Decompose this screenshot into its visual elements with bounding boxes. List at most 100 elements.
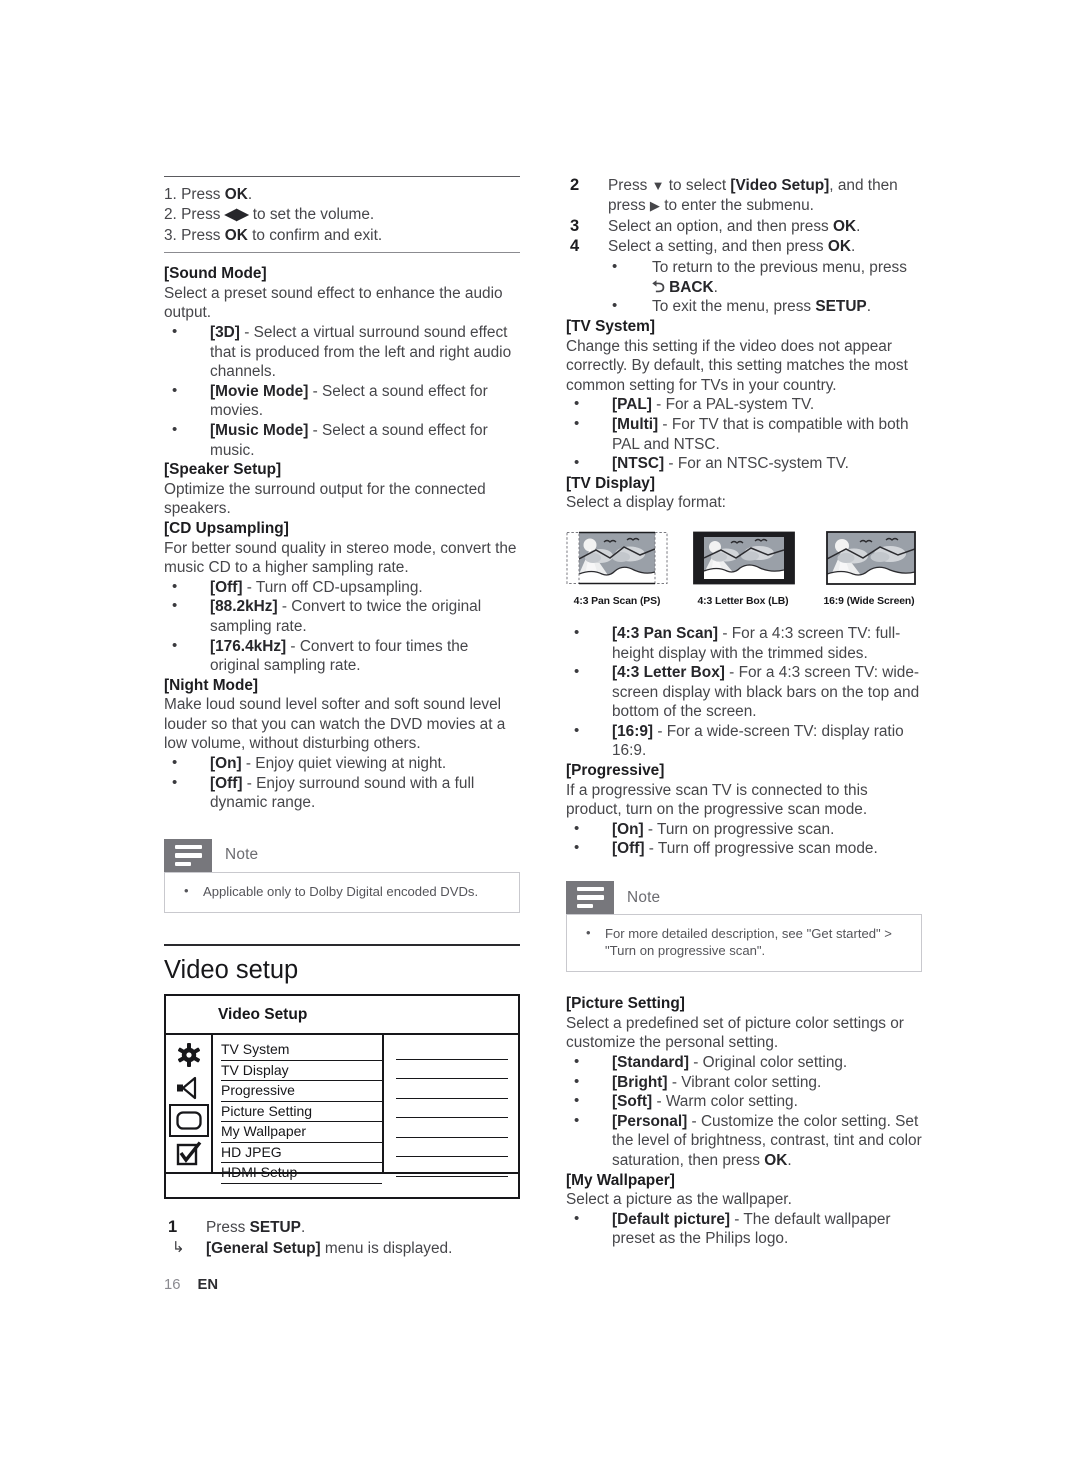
note-box: Note Applicable only to Dolby Digital en… <box>164 838 520 914</box>
figure-caption: 4:3 Letter Box (LB) <box>697 595 789 607</box>
cd-upsampling-heading: [CD Upsampling] <box>164 519 289 537</box>
option-name: [Movie Mode] <box>210 382 309 400</box>
left-column: 1. Press OK. 2. Press ◀▶ to set the volu… <box>164 176 520 1259</box>
option-name: [Standard] <box>612 1054 689 1071</box>
list-item: [NTSC] - For an NTSC-system TV. <box>566 453 922 474</box>
menu-value-slot <box>396 1041 508 1060</box>
option-name: [176.4kHz] <box>210 637 287 655</box>
setup-step: 1 Press SETUP. <box>164 1218 520 1238</box>
checkbox-icon[interactable] <box>169 1137 209 1170</box>
option-name: [Off] <box>612 840 645 858</box>
list-item: [Off] - Turn off progressive scan mode. <box>566 838 922 859</box>
option-name: [3D] <box>210 324 240 341</box>
option-name: [4:3 Pan Scan] <box>612 624 719 642</box>
option-name: [On] <box>210 755 242 773</box>
step-text: Press <box>181 226 225 244</box>
step-text-after: . <box>856 217 861 235</box>
menu-icon-rail <box>166 1035 213 1173</box>
tv-display-figures: 4:3 Pan Scan (PS) 4:3 Letter Box (LB) 16… <box>566 529 922 607</box>
list-item: [Movie Mode] - Select a sound effect for… <box>164 381 520 421</box>
page-language: EN <box>197 1277 219 1293</box>
menu-item-my-wallpaper[interactable]: My Wallpaper <box>221 1123 382 1143</box>
numbered-steps-block: 1. Press OK. 2. Press ◀▶ to set the volu… <box>164 185 520 246</box>
option-desc: - Enjoy surround sound with a full dynam… <box>210 774 475 812</box>
option-desc: - For a PAL-system TV. <box>651 396 815 414</box>
step-text: to select <box>664 177 731 194</box>
step-text-after: . <box>247 186 253 203</box>
option-desc: - For an NTSC-system TV. <box>664 455 849 473</box>
option-name: [88.2kHz] <box>210 598 278 616</box>
speaker-setup-heading: [Speaker Setup] <box>164 461 282 479</box>
speaker-icon[interactable] <box>169 1071 209 1104</box>
menu-item-tv-system[interactable]: TV System <box>221 1041 382 1061</box>
list-item: [88.2kHz] - Convert to twice the origina… <box>164 596 520 636</box>
list-item: [4:3 Pan Scan] - For a 4:3 screen TV: fu… <box>566 623 922 663</box>
step-number: 2. <box>164 206 177 224</box>
menu-item-tv-display[interactable]: TV Display <box>221 1062 382 1082</box>
note-header: Note <box>164 838 520 872</box>
menu-title: Video Setup <box>218 1005 308 1023</box>
list-item: [Default picture] - The default wallpape… <box>566 1209 922 1249</box>
speaker-setup-body: Optimize the surround output for the con… <box>164 480 486 518</box>
step-4: 4 Select a setting, and then press OK. <box>566 237 922 257</box>
menu-item-progressive[interactable]: Progressive <box>221 1082 382 1102</box>
step-key: OK <box>833 217 857 235</box>
result-arrow-icon: ↳ <box>172 1239 185 1257</box>
night-mode-body: Make loud sound level softer and soft so… <box>164 696 506 753</box>
night-mode-heading: [Night Mode] <box>164 676 259 694</box>
option-name: [Default picture] <box>612 1210 730 1228</box>
option-name: [Multi] <box>612 415 659 433</box>
cd-upsampling-body: For better sound quality in stereo mode,… <box>164 539 517 577</box>
menu-item-hdmi-setup[interactable]: HDMI Setup <box>221 1164 382 1184</box>
right-triangle-icon: ▶ <box>649 197 660 213</box>
list-item: [PAL] - For a PAL-system TV. <box>566 394 922 415</box>
right-column: 2 Press ▼ to select [Video Setup], and th… <box>566 176 922 1249</box>
page-folio: 16 EN <box>164 1277 218 1293</box>
option-name: [16:9] <box>612 722 654 740</box>
tv-system-heading: [TV System] <box>566 317 655 335</box>
list-item: [Multi] - For TV that is compatible with… <box>566 414 922 454</box>
tv-display-heading: [TV Display] <box>566 474 655 492</box>
step-key: SETUP <box>249 1219 301 1237</box>
step-number: 4 <box>570 237 580 256</box>
option-desc: - Vibrant color setting. <box>667 1073 822 1091</box>
ok-key: OK <box>764 1151 788 1169</box>
list-item: [Music Mode] - Select a sound effect for… <box>164 420 520 460</box>
tv-icon[interactable] <box>168 1104 209 1138</box>
menu-item-hd-jpeg[interactable]: HD JPEG <box>221 1144 382 1164</box>
menu-name: [Video Setup] <box>730 177 830 194</box>
option-desc: - Turn on progressive scan. <box>643 820 835 838</box>
list-item: [3D] - Select a virtual surround sound e… <box>164 322 520 382</box>
pan-scan-illustration <box>566 529 668 587</box>
step-text: to enter the submenu. <box>659 196 814 214</box>
menu-value-slot <box>396 1158 508 1177</box>
list-item: [16:9] - For a wide-screen TV: display r… <box>566 721 922 761</box>
down-triangle-icon: ▼ <box>651 178 665 193</box>
step-number: 1. <box>164 186 177 203</box>
list-item: [Off] - Enjoy surround sound with a full… <box>164 773 520 813</box>
sound-mode-heading: [Sound Mode] <box>164 265 267 283</box>
step-3: 3 Select an option, and then press OK. <box>566 217 922 237</box>
list-item: [4:3 Letter Box] - For a 4:3 screen TV: … <box>566 662 922 722</box>
menu-body: TV System TV Display Progressive Picture… <box>166 1035 518 1184</box>
gear-icon[interactable] <box>169 1038 209 1071</box>
option-desc: - Warm color setting. <box>652 1093 798 1111</box>
step-2: 2 Press ▼ to select [Video Setup], and th… <box>566 176 922 216</box>
step-text: Press <box>608 177 652 194</box>
menu-value-slot <box>396 1119 508 1138</box>
menu-item-picture-setting[interactable]: Picture Setting <box>221 1103 382 1123</box>
list-item: To exit the menu, press SETUP. <box>566 296 922 317</box>
tv-system-body: Change this setting if the video does no… <box>566 337 908 394</box>
back-key: BACK <box>669 278 714 296</box>
page-number: 16 <box>164 1277 181 1293</box>
figure-wide-screen: 16:9 (Wide Screen) <box>820 529 922 607</box>
figure-letter-box: 4:3 Letter Box (LB) <box>693 529 795 607</box>
list-item: [Personal] - Customize the color setting… <box>566 1111 922 1171</box>
bullet-text: To exit the menu, press <box>652 298 816 316</box>
step-text-after: . <box>300 1219 306 1237</box>
option-name: [PAL] <box>612 396 652 414</box>
option-name: [Music Mode] <box>210 421 309 439</box>
setup-key: SETUP <box>815 298 867 316</box>
option-desc: - Enjoy quiet viewing at night. <box>241 755 447 773</box>
option-name: [Personal] <box>612 1112 688 1130</box>
